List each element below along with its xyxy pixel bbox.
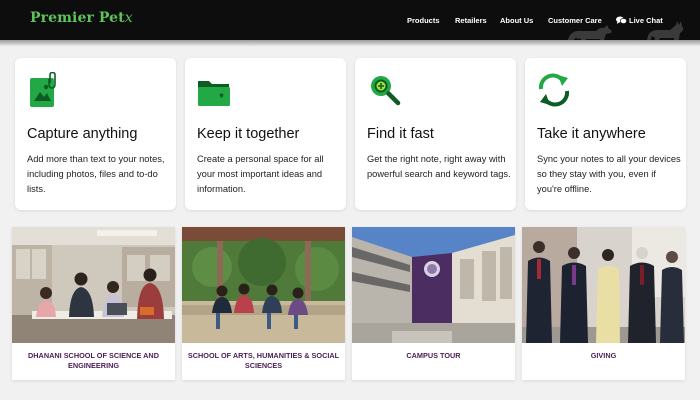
photo-card-campus-tour[interactable]: Campus Tour (352, 227, 515, 380)
feature-card-together: Keep it together Create a personal space… (185, 58, 346, 210)
magnify-icon (371, 76, 401, 106)
feature-title: Find it fast (367, 126, 434, 142)
sync-icon (538, 73, 570, 107)
photo-attachment-icon (30, 72, 56, 107)
feature-title: Capture anything (27, 126, 138, 142)
feature-text: Sync your notes to all your devices so t… (537, 154, 681, 194)
campus-photo (352, 227, 515, 343)
feature-text: Add more than text to your notes, includ… (27, 154, 165, 194)
feature-card-anywhere: Take it anywhere Sync your notes to all … (525, 58, 686, 210)
feature-card-find: Find it fast Get the right note, right a… (355, 58, 516, 210)
photo-card-giving[interactable]: Giving (522, 227, 685, 380)
nav-about-us[interactable]: About Us (500, 16, 533, 25)
lab-photo (12, 227, 175, 343)
photo-card-label: School of Arts, Humanities & Social Scie… (187, 351, 340, 370)
nav-retailers[interactable]: Retailers (455, 16, 487, 25)
photo-card-science[interactable]: Dhanani School of Science and Engineerin… (12, 227, 175, 380)
feature-title: Keep it together (197, 126, 300, 142)
students-photo (182, 227, 345, 343)
feature-text: Get the right note, right away with powe… (367, 154, 511, 179)
feature-title: Take it anywhere (537, 126, 646, 142)
photo-card-label: Giving (590, 351, 617, 360)
giving-photo (522, 227, 685, 343)
feature-text: Create a personal space for all your mos… (197, 154, 324, 194)
photo-card-arts[interactable]: School of Arts, Humanities & Social Scie… (182, 227, 345, 380)
nav-products[interactable]: Products (407, 16, 440, 25)
photo-card-label: Dhanani School of Science and Engineerin… (28, 351, 159, 370)
header-shadow (0, 40, 700, 46)
folder-heart-icon (198, 81, 230, 106)
feature-card-capture: Capture anything Add more than text to y… (15, 58, 176, 210)
photo-card-label: Campus Tour (406, 351, 461, 360)
